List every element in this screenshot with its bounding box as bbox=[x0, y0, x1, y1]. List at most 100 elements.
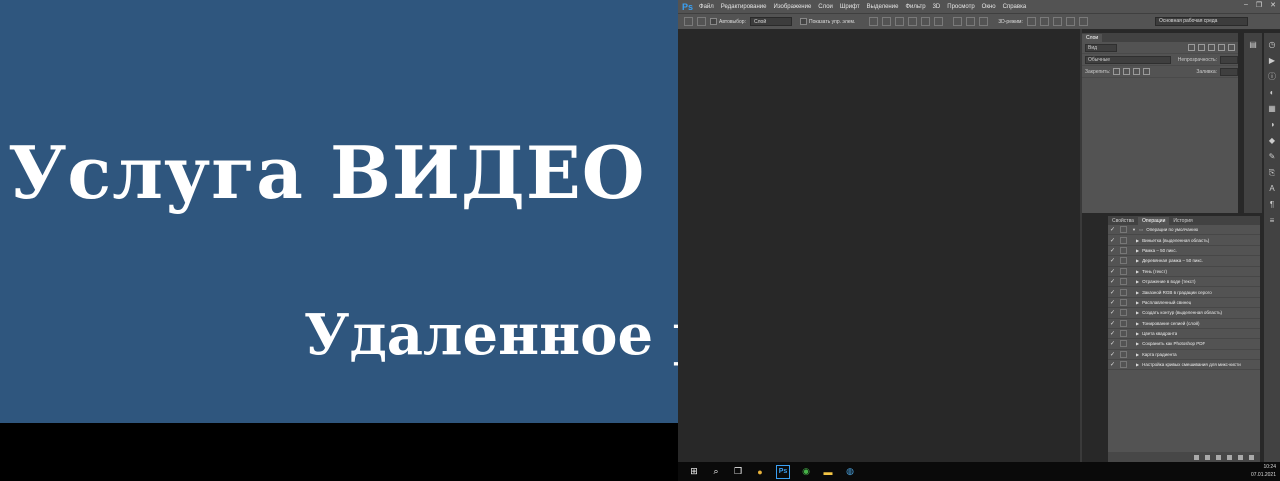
menu-type[interactable]: Шрифт bbox=[840, 4, 860, 10]
action-item[interactable]: ✓ ▶ Заказной RGB в градации серого bbox=[1108, 287, 1260, 298]
roll-3d-icon[interactable] bbox=[1039, 17, 1049, 26]
check-icon[interactable]: ✓ bbox=[1108, 268, 1117, 275]
align-bottom-icon[interactable] bbox=[895, 17, 905, 26]
dialog-toggle[interactable] bbox=[1120, 298, 1127, 306]
workspace-dropdown[interactable]: Основная рабочая среда bbox=[1155, 17, 1248, 26]
dialog-toggle[interactable] bbox=[1120, 278, 1127, 286]
new-action-icon[interactable] bbox=[1238, 454, 1243, 460]
action-item[interactable]: ✓ ▶ Деревянная рамка – 50 пикс. bbox=[1108, 256, 1260, 267]
lock-all-icon[interactable] bbox=[1143, 68, 1151, 75]
distribute-icon[interactable] bbox=[953, 17, 963, 26]
scale-3d-icon[interactable] bbox=[1078, 17, 1088, 26]
expand-icon[interactable]: ▶ bbox=[1136, 290, 1139, 295]
menu-select[interactable]: Выделение bbox=[867, 4, 899, 10]
close-icon[interactable]: ✕ bbox=[1270, 1, 1276, 9]
filter-adjust-icon[interactable] bbox=[1198, 44, 1205, 51]
lock-move-icon[interactable] bbox=[1133, 68, 1141, 75]
expand-icon[interactable]: ▶ bbox=[1136, 258, 1139, 263]
paragraph-icon[interactable]: ¶ bbox=[1268, 201, 1276, 209]
action-item[interactable]: ✓ ▶ Создать контур (выделенная область) bbox=[1108, 308, 1260, 319]
dialog-toggle[interactable] bbox=[1120, 330, 1127, 338]
color-icon[interactable]: ◐ bbox=[1268, 89, 1276, 97]
expand-icon[interactable]: ▶ bbox=[1136, 248, 1139, 253]
expand-icon[interactable]: ▶ bbox=[1136, 279, 1139, 284]
brush-icon[interactable]: ✎ bbox=[1268, 153, 1276, 161]
dialog-toggle[interactable] bbox=[1120, 350, 1127, 358]
check-icon[interactable]: ✓ bbox=[1108, 226, 1117, 233]
adjust-icon[interactable]: ◑ bbox=[1268, 121, 1276, 129]
menu-window[interactable]: Окно bbox=[982, 4, 996, 10]
dialog-toggle[interactable] bbox=[1120, 257, 1127, 265]
distribute-icon-2[interactable] bbox=[966, 17, 976, 26]
styles-icon[interactable]: ◆ bbox=[1268, 137, 1276, 145]
check-icon[interactable]: ✓ bbox=[1108, 340, 1117, 347]
check-icon[interactable]: ✓ bbox=[1108, 320, 1117, 327]
menu-filter[interactable]: Фильтр bbox=[905, 4, 925, 10]
file-explorer-icon[interactable]: ▬ bbox=[822, 466, 834, 478]
dialog-toggle[interactable] bbox=[1120, 319, 1127, 327]
play-action-icon[interactable] bbox=[1216, 454, 1221, 460]
action-item[interactable]: ✓ ▶ Тонирование сепией (слой) bbox=[1108, 319, 1260, 329]
check-icon[interactable]: ✓ bbox=[1108, 309, 1117, 316]
task-view-icon[interactable]: ❒ bbox=[732, 466, 744, 478]
check-icon[interactable]: ✓ bbox=[1108, 237, 1117, 244]
expand-icon[interactable]: ▶ bbox=[1136, 362, 1139, 367]
stop-icon[interactable] bbox=[1194, 454, 1199, 460]
opacity-field[interactable] bbox=[1220, 55, 1238, 64]
action-item[interactable]: ✓ ▶ Карта градиента bbox=[1108, 350, 1260, 361]
align-top-icon[interactable] bbox=[869, 17, 879, 26]
tool-preset-icon[interactable] bbox=[697, 17, 706, 26]
dialog-toggle[interactable] bbox=[1120, 267, 1127, 275]
check-icon[interactable]: ✓ bbox=[1108, 299, 1117, 306]
search-icon[interactable]: ⌕ bbox=[710, 466, 722, 478]
menu-view[interactable]: Просмотр bbox=[947, 4, 974, 10]
windows-start-icon[interactable]: ⊞ bbox=[688, 466, 700, 478]
swatches-icon[interactable]: ▦ bbox=[1268, 105, 1276, 113]
check-icon[interactable]: ✓ bbox=[1108, 247, 1117, 254]
photoshop-taskbar-icon[interactable]: Ps bbox=[776, 464, 790, 479]
fill-field[interactable] bbox=[1220, 67, 1238, 76]
lock-brush-icon[interactable] bbox=[1123, 68, 1131, 75]
layers-panel-icon[interactable]: ▤ bbox=[1249, 41, 1257, 49]
show-controls-checkbox[interactable] bbox=[799, 18, 807, 25]
expand-icon[interactable]: ▶ bbox=[1136, 310, 1139, 315]
menu-file[interactable]: Файл bbox=[699, 4, 714, 10]
autoselect-dropdown[interactable]: Слой bbox=[749, 17, 792, 26]
expand-icon[interactable]: ▶ bbox=[1136, 331, 1139, 336]
restore-icon[interactable]: ❐ bbox=[1256, 1, 1262, 9]
check-icon[interactable]: ✓ bbox=[1108, 278, 1117, 285]
tab-history[interactable]: История bbox=[1169, 217, 1196, 225]
filter-type-icon[interactable] bbox=[1208, 44, 1215, 51]
action-set-row[interactable]: ✓ ▼ ▭ Операции по умолчанию bbox=[1108, 225, 1260, 236]
filter-smart-icon[interactable] bbox=[1228, 44, 1235, 51]
expand-icon[interactable]: ▶ bbox=[1136, 238, 1139, 243]
clone-icon[interactable]: ⎘ bbox=[1268, 169, 1276, 177]
dialog-toggle[interactable] bbox=[1120, 246, 1127, 254]
action-item[interactable]: ✓ ▶ Отражение в воде (текст) bbox=[1108, 277, 1260, 288]
expand-icon[interactable]: ▶ bbox=[1136, 321, 1139, 326]
history-icon[interactable]: ◷ bbox=[1268, 41, 1276, 49]
check-icon[interactable]: ✓ bbox=[1108, 257, 1117, 264]
expand-icon[interactable]: ▶ bbox=[1136, 269, 1139, 274]
dialog-toggle[interactable] bbox=[1120, 226, 1127, 234]
align-center-icon[interactable] bbox=[921, 17, 931, 26]
action-item[interactable]: ✓ ▶ Цвета квадранта bbox=[1108, 329, 1260, 340]
dialog-toggle[interactable] bbox=[1120, 309, 1127, 317]
action-item[interactable]: ✓ ▶ Сохранить как Photoshop PDF bbox=[1108, 339, 1260, 350]
align-left-icon[interactable] bbox=[908, 17, 918, 26]
blend-mode-dropdown[interactable]: Обычные bbox=[1085, 55, 1171, 64]
new-set-icon[interactable] bbox=[1227, 454, 1232, 460]
check-icon[interactable]: ✓ bbox=[1108, 351, 1117, 358]
minimize-icon[interactable]: – bbox=[1244, 1, 1248, 9]
tab-actions[interactable]: Операции bbox=[1137, 217, 1170, 225]
action-item[interactable]: ✓ ▶ Настройка кривых смешивания для микс-к… bbox=[1108, 360, 1260, 371]
expand-icon[interactable]: ▶ bbox=[1136, 300, 1139, 305]
pan-3d-icon[interactable] bbox=[1052, 17, 1062, 26]
menu-3d[interactable]: 3D bbox=[933, 4, 941, 10]
menu-image[interactable]: Изображение bbox=[774, 4, 812, 10]
align-right-icon[interactable] bbox=[934, 17, 944, 26]
action-item[interactable]: ✓ ▶ Виньетка (выделенная область) bbox=[1108, 235, 1260, 246]
channels-icon[interactable]: ≡ bbox=[1268, 217, 1276, 225]
slide-3d-icon[interactable] bbox=[1065, 17, 1075, 26]
tab-properties[interactable]: Свойства bbox=[1108, 217, 1138, 225]
